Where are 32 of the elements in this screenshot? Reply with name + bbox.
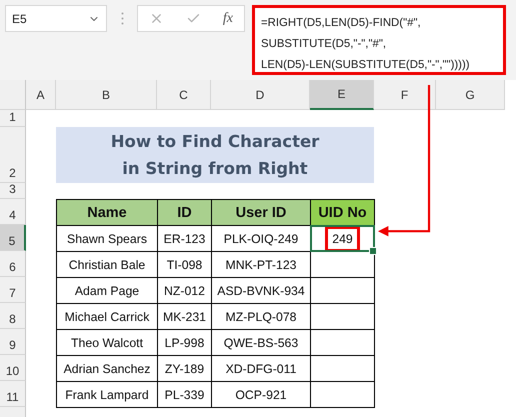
table-header: Name <box>56 199 158 226</box>
sheet-title: How to Find Character in String from Right <box>56 127 374 183</box>
row-header[interactable]: 7 <box>0 277 26 303</box>
row-header[interactable]: 3 <box>0 183 26 199</box>
row-header[interactable]: 2 <box>0 127 26 183</box>
column-header[interactable]: E <box>310 80 374 110</box>
table-cell: Frank Lampard <box>56 381 158 408</box>
insert-function-button[interactable]: fx <box>222 10 233 26</box>
cell-reference: E5 <box>12 12 27 26</box>
row-header[interactable]: 9 <box>0 329 26 355</box>
row-header[interactable]: 1 <box>0 110 26 127</box>
fill-handle[interactable] <box>369 247 377 255</box>
column-header[interactable]: D <box>211 80 310 110</box>
grip-icon <box>120 12 124 25</box>
active-cell[interactable]: 249 <box>310 225 375 252</box>
column-header[interactable]: C <box>157 80 211 110</box>
table-cell[interactable] <box>310 381 375 408</box>
column-header[interactable]: G <box>436 80 505 110</box>
row-header[interactable]: 4 <box>0 199 26 225</box>
column-header[interactable]: A <box>26 80 56 110</box>
column-header[interactable]: F <box>374 80 436 110</box>
table-header: UID No <box>310 199 375 226</box>
name-box[interactable]: E5 <box>5 5 107 32</box>
formula-field[interactable]: =RIGHT(D5,LEN(D5)-FIND("#", SUBSTITUTE(D5,"-","#", LEN(D5)-LEN(SUBSTITUTE(D5,"-",""))))) <box>252 5 506 75</box>
row-header[interactable]: 5 <box>0 225 26 251</box>
row-header[interactable]: 6 <box>0 251 26 277</box>
row-header[interactable]: 11 <box>0 381 26 407</box>
table-header: User ID <box>211 199 311 226</box>
table-header: ID <box>157 199 212 226</box>
row-header[interactable]: 10 <box>0 355 26 381</box>
column-header[interactable]: B <box>56 80 157 110</box>
row-header[interactable]: 8 <box>0 303 26 329</box>
